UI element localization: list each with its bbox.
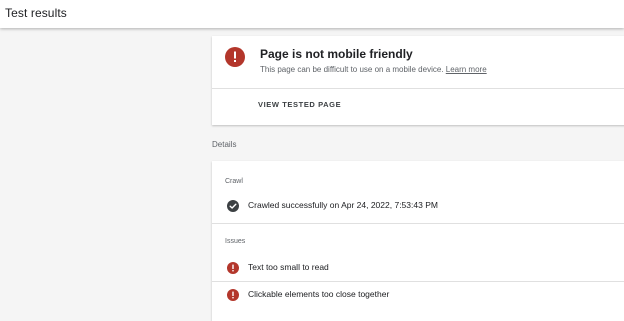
divider	[212, 88, 624, 89]
issue-row[interactable]: Clickable elements too close together	[212, 284, 624, 304]
crawl-status-row: Crawled successfully on Apr 24, 2022, 7:…	[212, 195, 624, 215]
top-app-bar: Test results	[0, 0, 624, 28]
mobile-friendly-status-card: Page is not mobile friendly This page ca…	[212, 36, 624, 125]
status-description: This page can be difficult to use on a m…	[260, 65, 487, 74]
issues-section-label: Issues	[225, 238, 246, 245]
learn-more-link[interactable]: Learn more	[446, 65, 487, 74]
page-title: Test results	[5, 6, 67, 20]
issue-row[interactable]: Text too small to read	[212, 257, 624, 277]
error-icon	[227, 261, 239, 274]
error-icon	[227, 288, 239, 301]
issue-text: Text too small to read	[248, 262, 329, 272]
divider	[212, 223, 624, 224]
details-heading: Details	[212, 140, 237, 149]
details-card: Crawl Crawled successfully on Apr 24, 20…	[212, 161, 624, 321]
status-title: Page is not mobile friendly	[260, 47, 413, 61]
crawl-section-label: Crawl	[225, 178, 243, 185]
error-icon	[225, 47, 245, 67]
view-tested-page-button[interactable]: VIEW TESTED PAGE	[258, 100, 341, 109]
check-circle-icon	[227, 199, 239, 212]
divider	[212, 281, 624, 282]
status-description-text: This page can be difficult to use on a m…	[260, 65, 446, 74]
issue-text: Clickable elements too close together	[248, 289, 390, 299]
crawl-status-text: Crawled successfully on Apr 24, 2022, 7:…	[248, 200, 438, 210]
